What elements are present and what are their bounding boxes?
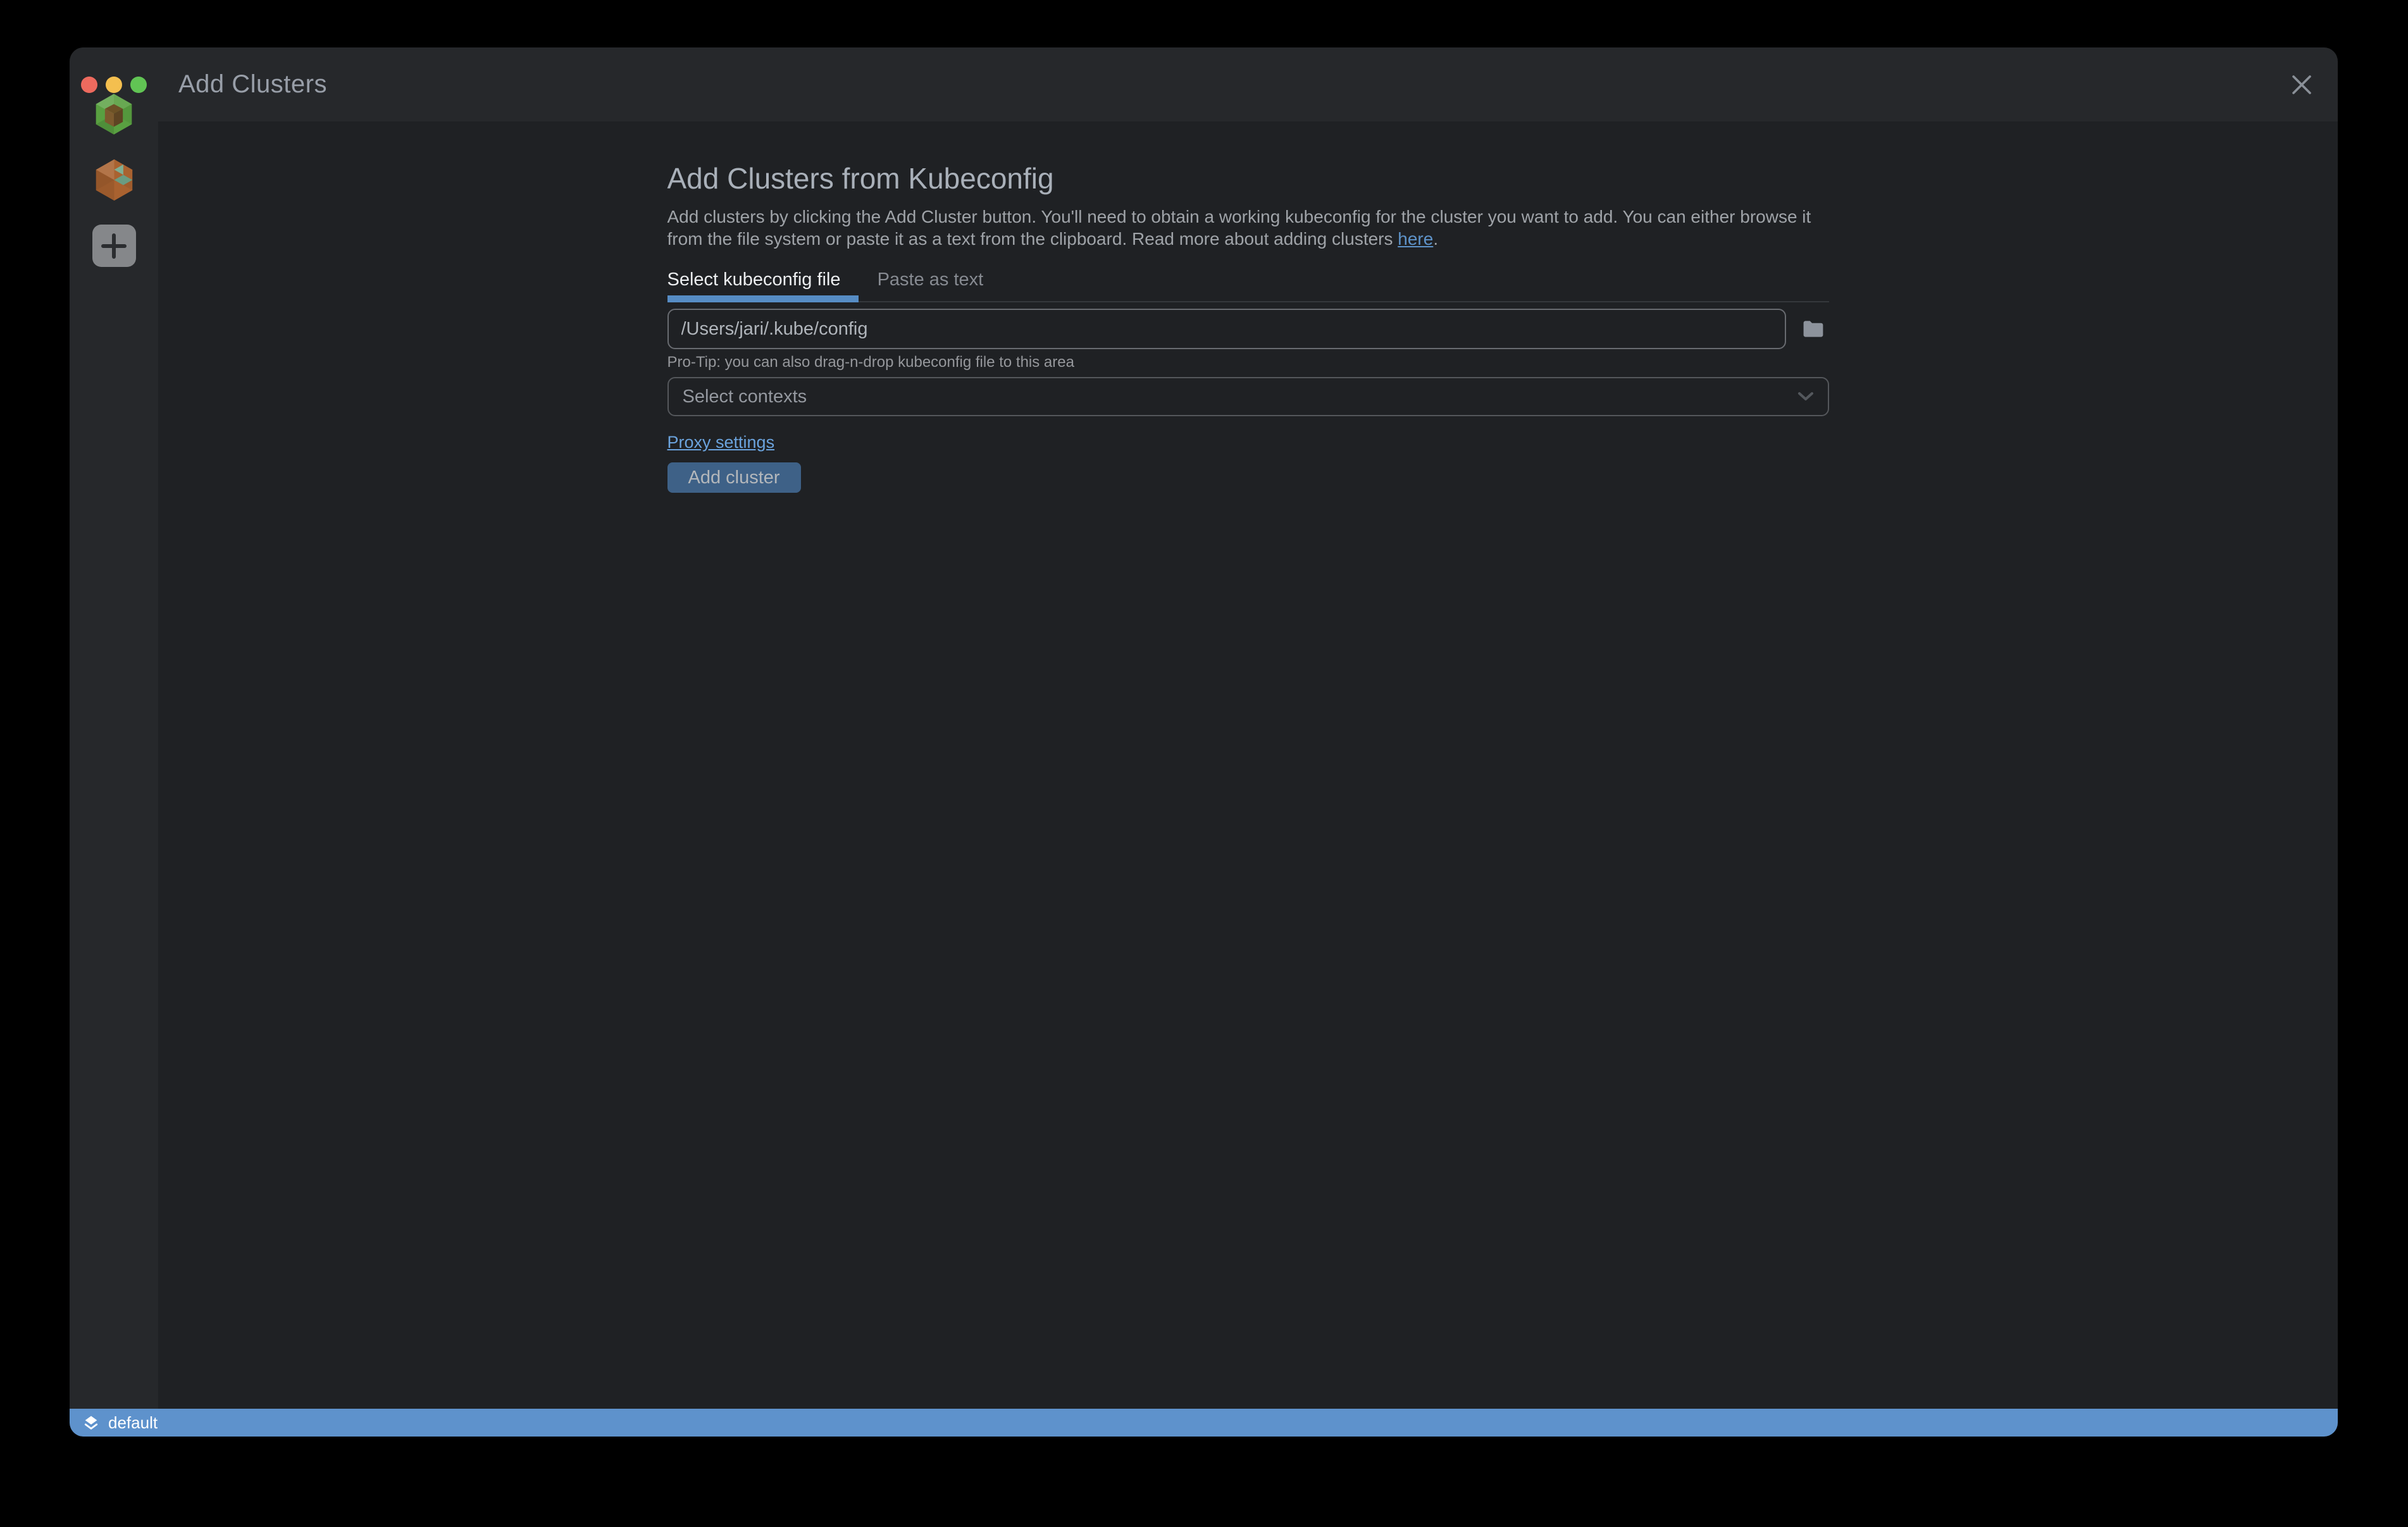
kubeconfig-file-row — [667, 309, 1829, 349]
layers-icon — [82, 1414, 100, 1431]
browse-file-button[interactable] — [1797, 313, 1829, 345]
add-clusters-window: Add Clusters — [70, 47, 2338, 1437]
statusbar-context-button[interactable]: default — [70, 1409, 168, 1437]
plus-icon — [101, 233, 127, 259]
tab-paste-as-text[interactable]: Paste as text — [878, 266, 984, 301]
page-title: Add Clusters from Kubeconfig — [667, 162, 1829, 195]
protip-text: Pro-Tip: you can also drag-n-drop kubeco… — [667, 354, 1829, 371]
description-period: . — [1433, 229, 1438, 249]
folder-icon — [1803, 320, 1824, 338]
main-content: Add Clusters from Kubeconfig Add cluster… — [158, 121, 2338, 1409]
orange-cluster-hex-icon — [92, 158, 136, 202]
here-link[interactable]: here — [1398, 229, 1433, 249]
close-button[interactable] — [2285, 68, 2319, 102]
add-cluster-button[interactable]: Add cluster — [667, 462, 801, 493]
description-text: Add clusters by clicking the Add Cluster… — [667, 207, 1811, 249]
content-column: Add Clusters from Kubeconfig Add cluster… — [667, 121, 1829, 493]
window-title: Add Clusters — [178, 70, 327, 99]
kubeconfig-tabs: Select kubeconfig file Paste as text — [667, 266, 1829, 302]
sidebar-cluster-orange[interactable] — [92, 159, 136, 201]
contexts-select[interactable]: Select contexts — [667, 377, 1829, 416]
kubeconfig-path-input[interactable] — [667, 309, 1786, 349]
tab-label: Select kubeconfig file — [667, 269, 841, 290]
sidebar-add-cluster-button[interactable] — [92, 225, 136, 267]
close-icon — [2291, 74, 2312, 96]
status-bar: default — [70, 1409, 2338, 1437]
proxy-settings-link[interactable]: Proxy settings — [667, 433, 775, 452]
green-cluster-hex-icon — [92, 93, 135, 135]
statusbar-context-label: default — [108, 1413, 158, 1433]
contexts-select-placeholder: Select contexts — [683, 386, 807, 407]
tab-select-kubeconfig-file[interactable]: Select kubeconfig file — [667, 266, 859, 301]
cluster-sidebar — [70, 47, 158, 1409]
page-description: Add clusters by clicking the Add Cluster… — [667, 206, 1813, 250]
sidebar-cluster-green[interactable] — [92, 93, 136, 135]
chevron-down-icon — [1797, 392, 1814, 402]
titlebar: Add Clusters — [70, 47, 2338, 121]
tab-label: Paste as text — [878, 269, 984, 290]
